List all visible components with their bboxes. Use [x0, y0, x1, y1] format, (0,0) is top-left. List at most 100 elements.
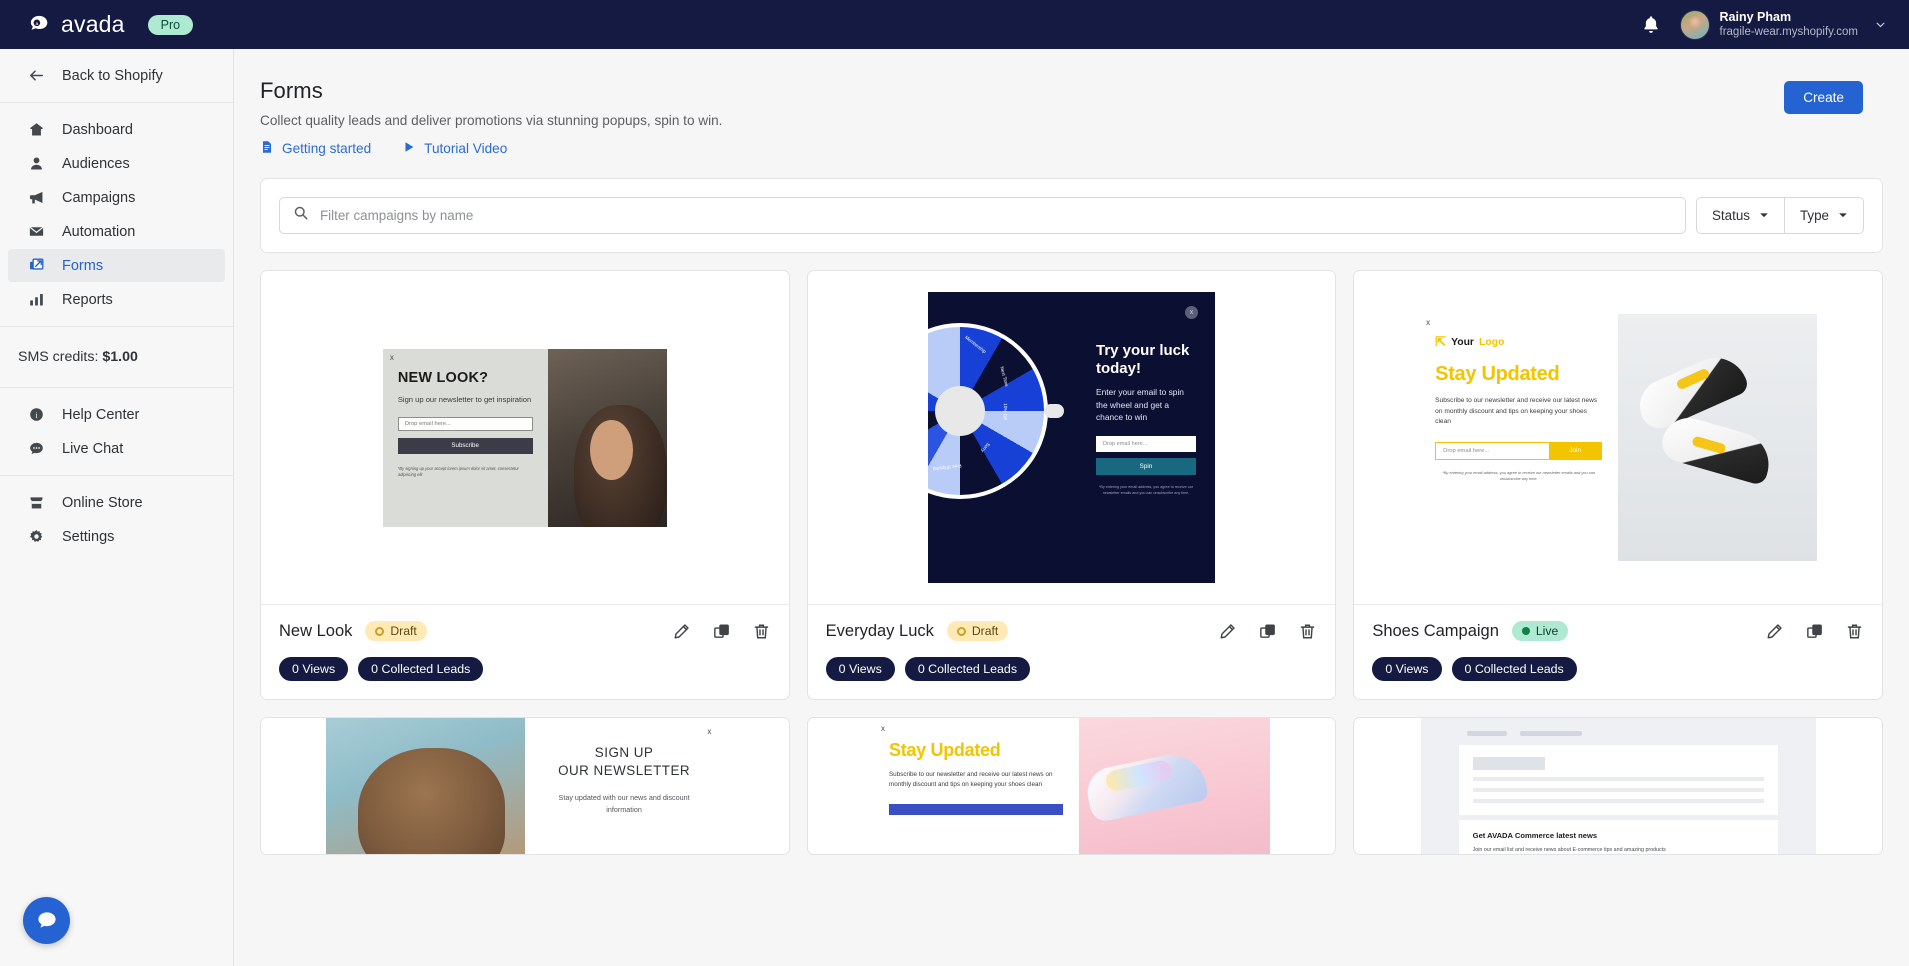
sidebar-item-online-store[interactable]: Online Store — [8, 486, 225, 519]
type-filter-button[interactable]: Type — [1784, 197, 1864, 234]
getting-started-link[interactable]: Getting started — [260, 140, 371, 157]
campaign-card-actions — [1218, 622, 1317, 641]
top-bar-right: Rainy Pham fragile-wear.myshopify.com — [1640, 9, 1887, 40]
campaign-card[interactable]: x ⇱ Your Logo Stay Updated Subscribe to … — [1353, 270, 1883, 700]
copy-icon[interactable] — [712, 622, 731, 641]
shoes-popup-preview: x ⇱ Your Logo Stay Updated Subscribe to … — [1419, 314, 1818, 561]
sidebar-item-label: Live Chat — [62, 440, 124, 457]
placeholder-line — [1472, 777, 1764, 781]
campaign-card-header-row: New Look Draft — [279, 621, 771, 641]
pencil-icon[interactable] — [1765, 622, 1784, 641]
copy-icon[interactable] — [1258, 622, 1277, 641]
campaign-card[interactable]: x SIGN UP OUR NEWSLETTER Stay updated wi… — [260, 717, 790, 855]
close-icon: x — [1426, 318, 1431, 327]
type-filter-label: Type — [1799, 208, 1829, 223]
pencil-icon[interactable] — [672, 622, 691, 641]
copy-icon[interactable] — [1805, 622, 1824, 641]
pencil-icon[interactable] — [1218, 622, 1237, 641]
email-content-block: Get AVADA Commerce latest news Join our … — [1458, 820, 1778, 854]
spin-wheel-graphic: Membership Next Time 10% Off Sorry Free … — [927, 323, 1064, 499]
sidebar-item-forms[interactable]: Forms — [8, 249, 225, 282]
popup-heading: NEW LOOK? — [397, 369, 489, 386]
sidebar-item-reports[interactable]: Reports — [8, 283, 225, 316]
chat-bubble-button[interactable] — [23, 897, 70, 944]
search-input[interactable] — [320, 208, 1672, 223]
quick-link-label: Getting started — [282, 141, 372, 156]
plan-badge: Pro — [147, 14, 194, 35]
sidebar-item-live-chat[interactable]: Live Chat — [8, 432, 225, 465]
popup-heading-part-a: Stay — [888, 740, 926, 760]
user-menu[interactable]: Rainy Pham fragile-wear.myshopify.com — [1679, 9, 1887, 40]
search-field[interactable] — [279, 197, 1686, 234]
brand: a avada Pro — [26, 11, 194, 38]
sidebar-item-campaigns[interactable]: Campaigns — [8, 181, 225, 214]
sidebar-item-dashboard[interactable]: Dashboard — [8, 113, 225, 146]
user-shop-domain: fragile-wear.myshopify.com — [1719, 26, 1858, 39]
campaign-card-footer: Shoes Campaign Live 0 Views 0 Collected … — [1354, 604, 1882, 699]
tutorial-video-link[interactable]: Tutorial Video — [402, 140, 507, 157]
popup-heading: Try your luck today! — [1095, 342, 1190, 377]
sidebar-item-help-center[interactable]: i Help Center — [8, 398, 225, 431]
signup-popup-preview: x SIGN UP OUR NEWSLETTER Stay updated wi… — [326, 718, 724, 854]
popup-body: x ⇱ Your Logo Stay Updated Subscribe to … — [1419, 314, 1618, 561]
gear-icon — [26, 527, 46, 547]
person-icon — [26, 154, 46, 174]
trash-icon[interactable] — [1298, 622, 1317, 641]
bar-chart-icon — [26, 290, 46, 310]
avada-logo[interactable]: a avada — [26, 11, 125, 38]
campaign-card-actions — [1765, 622, 1864, 641]
close-icon: x — [389, 352, 394, 362]
popup-subheading: Subscribe to our newsletter and receive … — [1435, 397, 1598, 426]
popup-heading-line2: OUR NEWSLETTER — [558, 763, 691, 779]
sidebar-back-section: Back to Shopify — [0, 49, 233, 103]
create-button[interactable]: Create — [1784, 81, 1863, 114]
popup-fine-print: *By entering your email address, you agr… — [1442, 469, 1595, 482]
campaign-card[interactable]: x Membership Next Time 10% Off Sorry Fre… — [806, 270, 1337, 700]
campaign-card[interactable]: x Stay Updated Subscribe to our newslett… — [806, 717, 1337, 855]
placeholder-line — [1472, 799, 1764, 803]
wheel-label: Sorry — [980, 441, 992, 453]
sidebar-item-label: Audiences — [62, 155, 130, 172]
status-badge: Draft — [365, 621, 427, 641]
popup-fine-print: *By signing up your accept lorem ipsum d… — [397, 465, 519, 478]
campaign-card-actions — [672, 622, 771, 641]
sidebar-item-label: Dashboard — [62, 121, 133, 138]
page-subtitle: Collect quality leads and deliver promot… — [260, 113, 723, 128]
sidebar-item-settings[interactable]: Settings — [8, 520, 225, 553]
envelope-icon — [26, 222, 46, 242]
sidebar-item-label: Online Store — [62, 494, 143, 511]
status-dot-icon — [375, 626, 385, 636]
trash-icon[interactable] — [1845, 622, 1864, 641]
trash-icon[interactable] — [752, 622, 771, 641]
campaign-card[interactable]: x NEW LOOK? Sign up our newsletter to ge… — [260, 270, 790, 700]
page-header: Forms Collect quality leads and deliver … — [234, 49, 1909, 157]
wheel-hub — [934, 386, 985, 436]
sidebar-item-audiences[interactable]: Audiences — [8, 147, 225, 180]
popup-subheading: Subscribe to our newsletter and receive … — [888, 771, 1053, 789]
main-content: Forms Collect quality leads and deliver … — [234, 49, 1909, 966]
sidebar-item-back-to-shopify[interactable]: Back to Shopify — [8, 59, 225, 92]
campaign-preview: x Stay Updated Subscribe to our newslett… — [807, 718, 1336, 854]
campaign-preview: x SIGN UP OUR NEWSLETTER Stay updated wi… — [261, 718, 789, 854]
quick-link-label: Tutorial Video — [424, 141, 508, 156]
page-header-text: Forms Collect quality leads and deliver … — [260, 78, 722, 157]
popup-subheading: Stay updated with our news and discount … — [558, 793, 690, 814]
bell-icon[interactable] — [1640, 14, 1662, 36]
campaign-stats: 0 Views 0 Collected Leads — [279, 657, 771, 681]
campaign-preview: x Membership Next Time 10% Off Sorry Fre… — [807, 271, 1336, 604]
campaign-card[interactable]: Get AVADA Commerce latest news Join our … — [1353, 717, 1883, 855]
popup-email-input: Drop email here... — [397, 416, 533, 431]
popup-image — [547, 348, 667, 527]
user-meta: Rainy Pham fragile-wear.myshopify.com — [1720, 10, 1858, 40]
campaign-card-footer: New Look Draft 0 Views 0 Collected Leads — [261, 604, 789, 699]
status-badge: Live — [1511, 621, 1569, 641]
close-icon: x — [707, 727, 712, 736]
campaign-stats: 0 Views 0 Collected Leads — [825, 657, 1318, 681]
views-badge: 0 Views — [1372, 657, 1442, 681]
logo-suffix: Logo — [1478, 336, 1505, 348]
campaign-stats: 0 Views 0 Collected Leads — [1372, 657, 1864, 681]
sidebar-item-automation[interactable]: Automation — [8, 215, 225, 248]
popup-submit-button: Join — [1549, 442, 1602, 459]
status-filter-button[interactable]: Status — [1696, 197, 1785, 234]
email-top-bar — [1459, 727, 1778, 745]
